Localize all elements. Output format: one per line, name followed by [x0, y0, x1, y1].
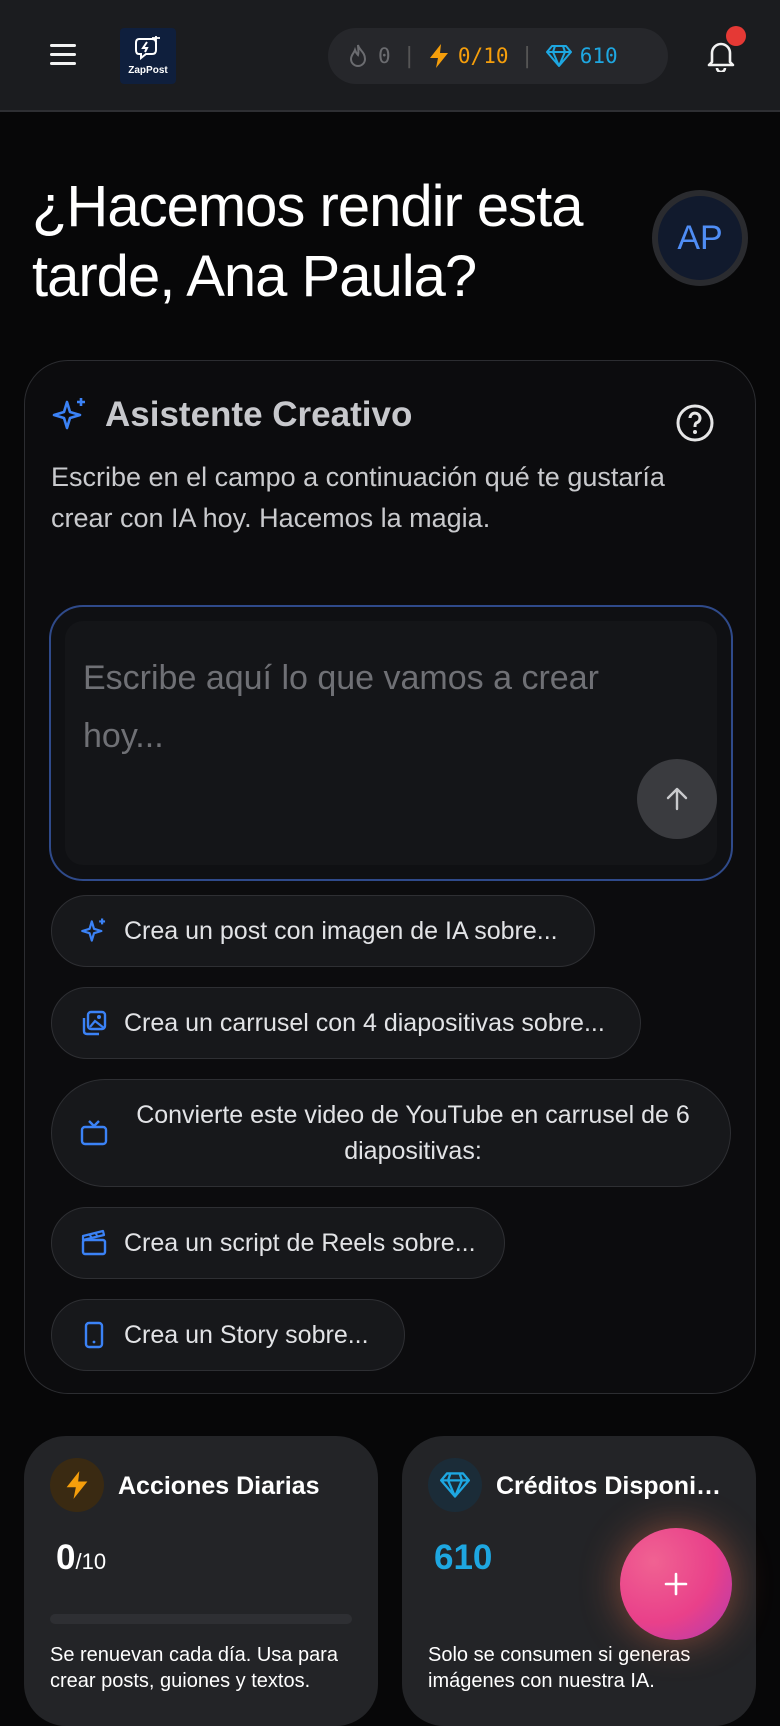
daily-actions-unit: /10: [75, 1549, 107, 1574]
daily-actions-card[interactable]: Acciones Diarias 0/10 Se renuevan cada d…: [24, 1436, 378, 1726]
flame-icon: [349, 44, 367, 67]
plus-icon: [664, 1572, 688, 1596]
suggestion-chip[interactable]: Crea un post con imagen de IA sobre...: [51, 895, 595, 967]
daily-actions-number: 0: [56, 1538, 76, 1577]
streak-count: 0: [378, 44, 391, 68]
send-button[interactable]: [637, 759, 717, 839]
diamond-icon: [440, 1472, 470, 1498]
stats-pill[interactable]: 0 | 0/10 | 610: [328, 28, 668, 84]
smartphone-icon: [84, 1321, 104, 1349]
assistant-title: Asistente Creativo: [105, 395, 413, 434]
sparkles-icon: [81, 918, 106, 942]
bolt-icon-badge: [50, 1458, 104, 1512]
help-circle-icon[interactable]: [675, 403, 715, 443]
suggestion-chip[interactable]: Crea un script de Reels sobre...: [51, 1207, 505, 1279]
hamburger-menu-icon[interactable]: [50, 44, 76, 66]
bolt-icon: [66, 1471, 88, 1499]
sparkles-icon: [52, 398, 85, 430]
diamond-icon: [545, 45, 572, 67]
suggestion-label: Crea un Story sobre...: [124, 1320, 369, 1349]
logo-text: ZapPost: [128, 65, 168, 76]
notification-badge: [726, 26, 746, 46]
divider: |: [402, 43, 416, 69]
suggestion-chip[interactable]: Crea un carrusel con 4 diapositivas sobr…: [51, 987, 641, 1059]
credits-count: 610: [579, 44, 618, 68]
logo-mark-icon: [135, 36, 160, 61]
images-icon: [82, 1010, 107, 1036]
credits-description: Solo se consumen si generas imágenes con…: [428, 1644, 691, 1692]
daily-actions-description: Se renuevan cada día. Usa para crear pos…: [50, 1644, 338, 1692]
bolt-icon: [429, 44, 448, 68]
daily-actions-progress: [50, 1614, 352, 1624]
zappost-logo[interactable]: ZapPost: [120, 28, 176, 84]
suggestion-chip[interactable]: Crea un Story sobre...: [51, 1299, 405, 1371]
create-fab-button[interactable]: [620, 1528, 732, 1640]
avatar[interactable]: AP: [652, 190, 748, 286]
prompt-input[interactable]: [81, 647, 645, 791]
daily-actions-title: Acciones Diarias: [118, 1472, 320, 1500]
credits-stat: 610: [545, 44, 618, 68]
streak-stat: 0: [346, 43, 391, 69]
suggestion-label: Crea un post con imagen de IA sobre...: [124, 916, 558, 945]
avatar-initials: AP: [677, 218, 723, 257]
suggestion-label: Crea un script de Reels sobre...: [124, 1228, 476, 1257]
tv-icon: [80, 1120, 108, 1146]
suggestion-label: Crea un carrusel con 4 diapositivas sobr…: [124, 1008, 605, 1037]
daily-actions-count: 0/10: [457, 44, 509, 68]
credits-value: 610: [434, 1538, 493, 1577]
clapperboard-icon: [81, 1229, 107, 1256]
greeting-title: ¿Hacemos rendir esta tarde, Ana Paula?: [32, 174, 584, 309]
top-app-bar: ZapPost 0 | 0/10 | 610: [0, 0, 780, 112]
credits-title: Créditos Disponibles: [496, 1472, 728, 1500]
arrow-up-icon: [666, 787, 688, 811]
assistant-description: Escribe en el campo a continuación qué t…: [51, 462, 665, 533]
assistant-header: Asistente Creativo: [51, 395, 412, 435]
suggestion-chip[interactable]: Convierte este video de YouTube en carru…: [51, 1079, 731, 1187]
creative-assistant-card: Asistente Creativo Escribe en el campo a…: [24, 360, 756, 1394]
diamond-icon-badge: [428, 1458, 482, 1512]
daily-actions-value: 0/10: [56, 1538, 106, 1578]
divider: |: [520, 43, 534, 69]
prompt-box: [49, 605, 733, 881]
daily-actions-stat: 0/10: [428, 43, 509, 69]
suggestion-label: Convierte este video de YouTube en carru…: [136, 1101, 690, 1165]
